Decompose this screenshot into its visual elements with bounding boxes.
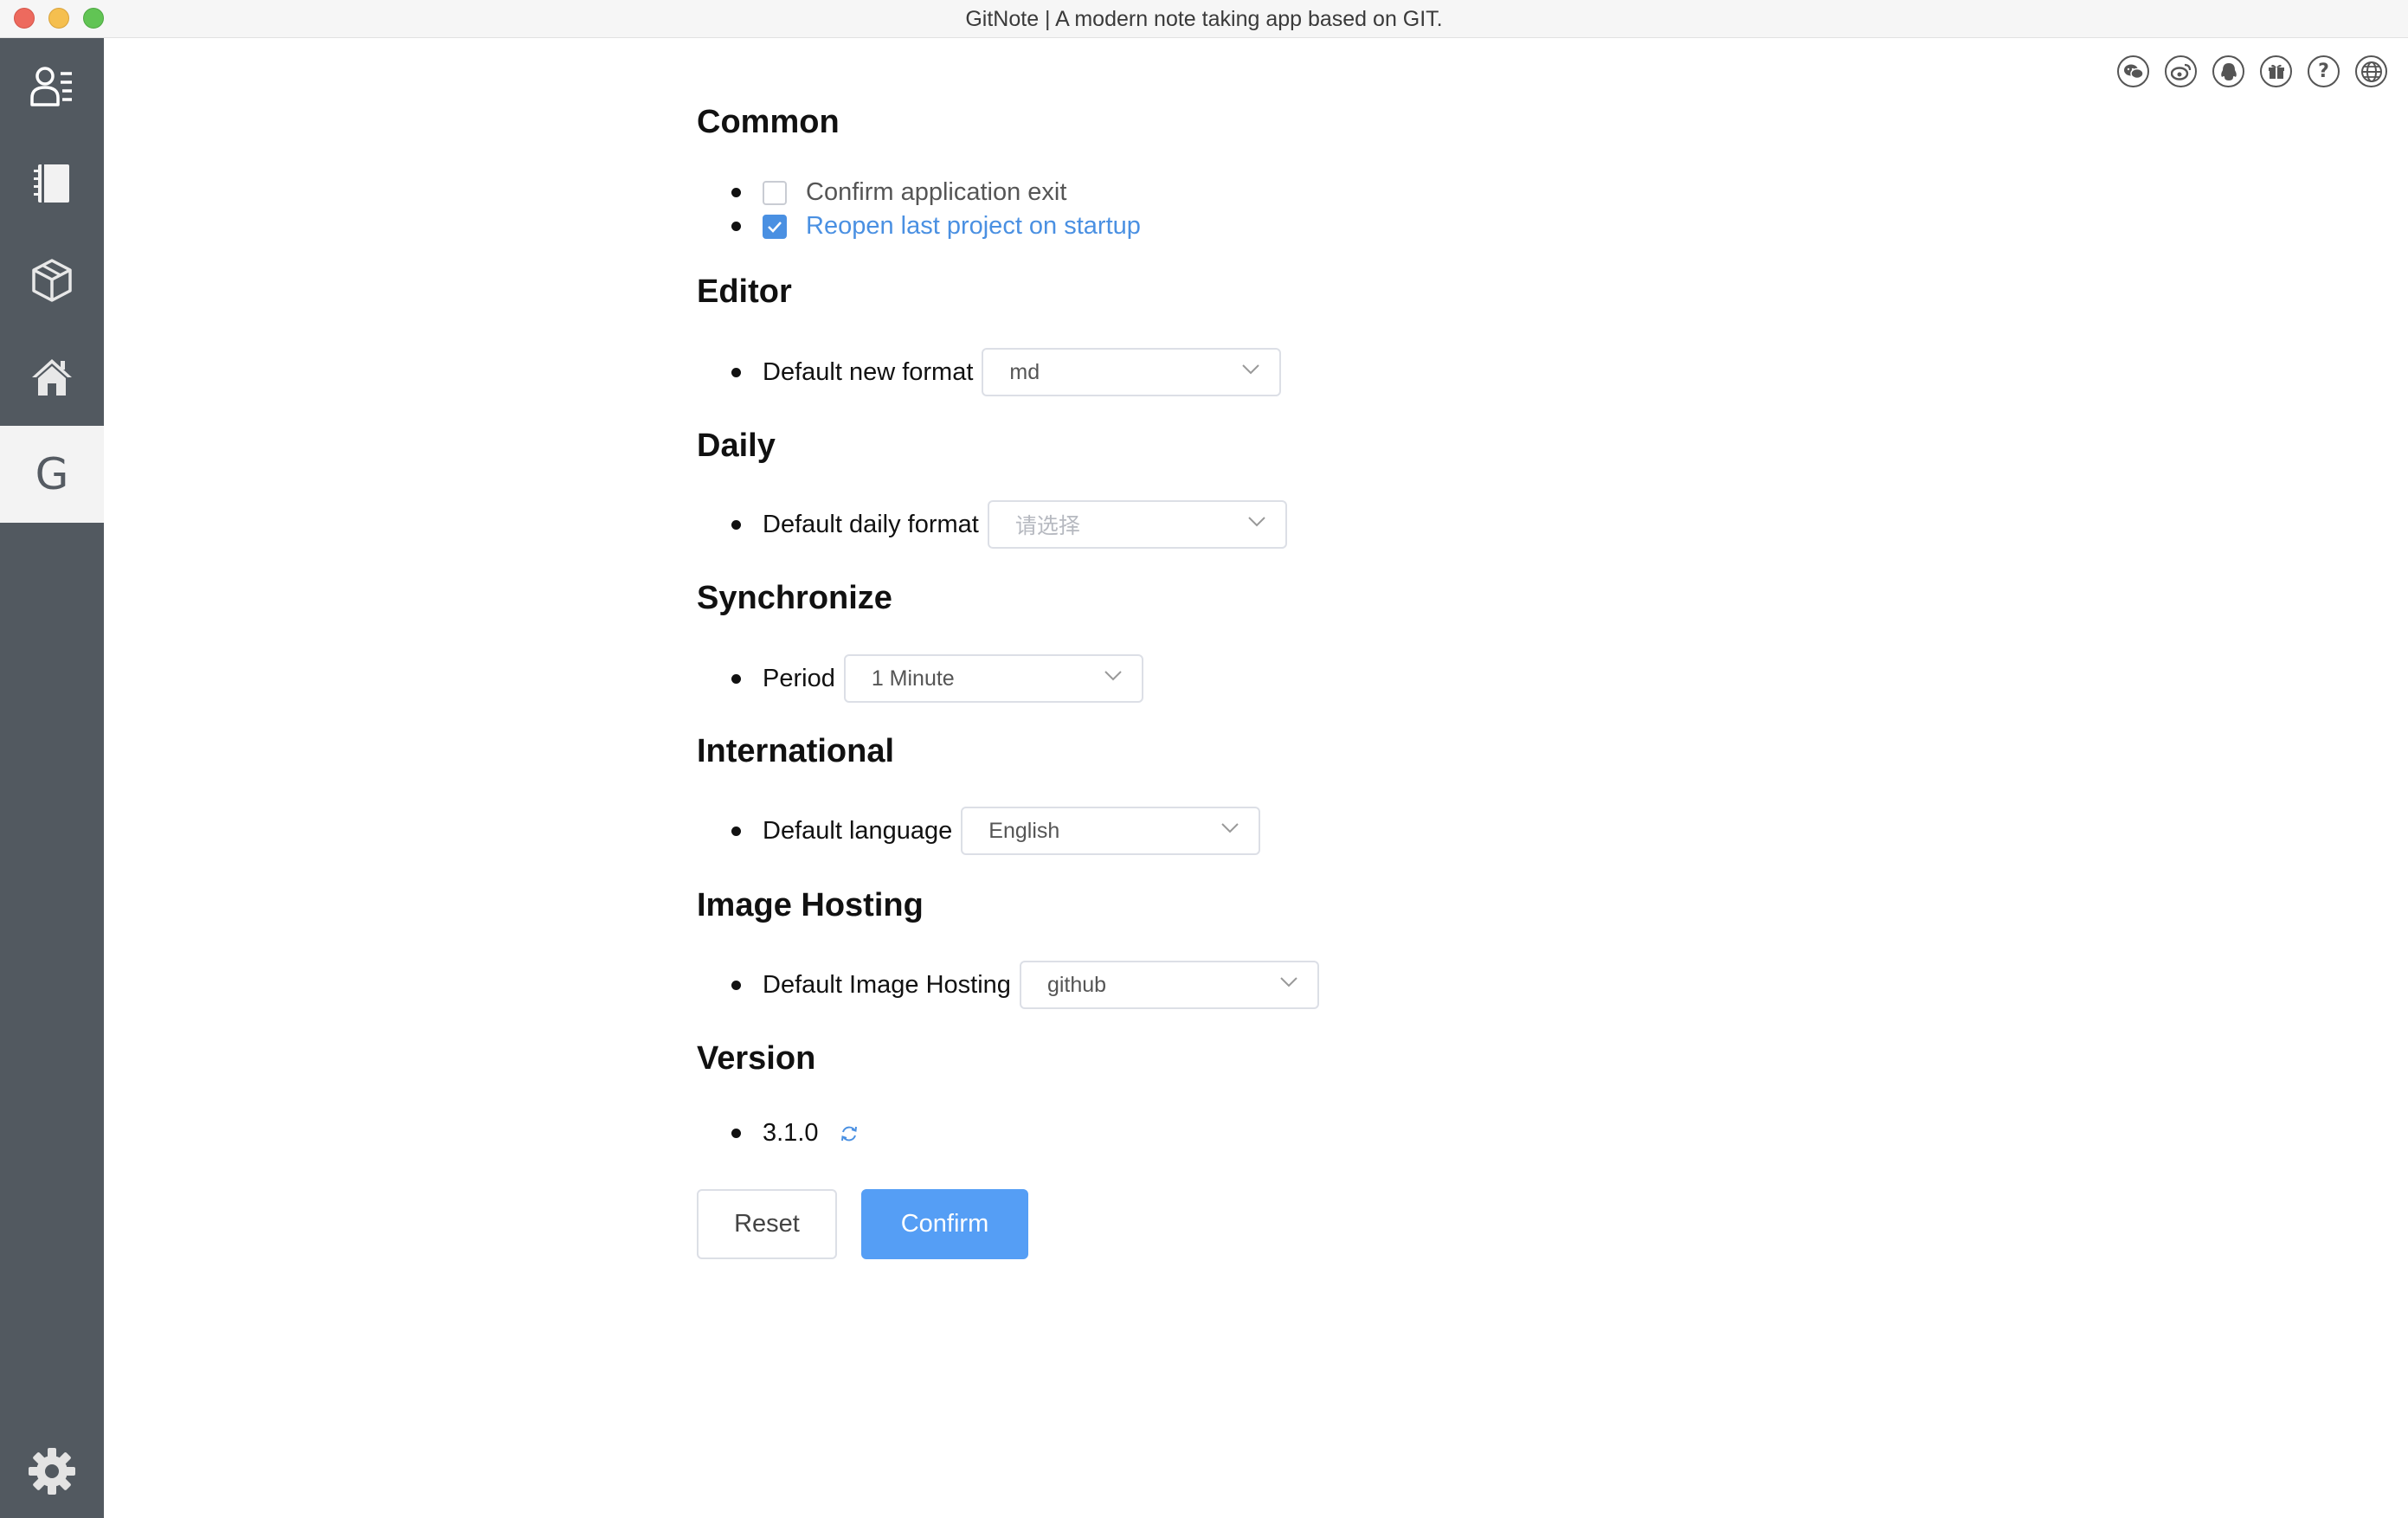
- help-icon[interactable]: ?: [2308, 55, 2340, 87]
- list-bullet: [731, 519, 741, 530]
- default-language-label: Default language: [763, 816, 953, 845]
- option-sync-period: Period 1 Minute: [731, 654, 1143, 703]
- version-number: 3.1.0: [763, 1119, 819, 1147]
- confirm-exit-label[interactable]: Confirm application exit: [806, 178, 1066, 207]
- option-default-new-format: Default new format md: [731, 348, 1282, 396]
- option-reopen-last-project[interactable]: Reopen last project on startup: [731, 212, 1141, 241]
- sidebar-item-gitnote[interactable]: G: [0, 426, 104, 523]
- settings-button[interactable]: [0, 1437, 104, 1506]
- refresh-icon[interactable]: [840, 1124, 859, 1143]
- option-default-daily-format: Default daily format 请选择: [731, 500, 1287, 549]
- list-bullet: [731, 826, 741, 836]
- list-bullet: [731, 980, 741, 990]
- globe-icon[interactable]: [2355, 55, 2387, 87]
- section-title-daily: Daily: [697, 428, 776, 464]
- section-title-image-hosting: Image Hosting: [697, 887, 924, 923]
- default-new-format-label: Default new format: [763, 357, 974, 386]
- profile-list-icon: [30, 67, 72, 106]
- option-default-image-hosting: Default Image Hosting github: [731, 961, 1319, 1009]
- section-title-synchronize: Synchronize: [697, 580, 892, 616]
- select-placeholder: 请选择: [1014, 514, 1080, 538]
- section-title-common: Common: [697, 104, 840, 140]
- section-title-version: Version: [697, 1040, 816, 1077]
- default-language-select[interactable]: English: [961, 807, 1261, 855]
- checkmark-icon: [768, 221, 782, 233]
- section-title-international: International: [697, 733, 895, 769]
- gitnote-letter: G: [35, 449, 69, 499]
- cube-icon: [32, 259, 72, 302]
- chevron-down-icon: [1221, 823, 1239, 833]
- confirm-button[interactable]: Confirm: [861, 1189, 1028, 1259]
- option-default-language: Default language English: [731, 807, 1261, 855]
- default-image-hosting-select[interactable]: github: [1019, 961, 1319, 1009]
- select-value: md: [1009, 359, 1040, 384]
- sidebar-item-package[interactable]: [0, 232, 104, 329]
- qq-icon[interactable]: [2212, 55, 2244, 87]
- chevron-down-icon: [1104, 671, 1122, 681]
- reset-button[interactable]: Reset: [697, 1189, 837, 1259]
- option-confirm-exit[interactable]: Confirm application exit: [731, 178, 1066, 207]
- title-bar: GitNote | A modern note taking app based…: [0, 0, 2408, 38]
- notebook-icon: [34, 164, 69, 203]
- select-value: 1 Minute: [871, 666, 955, 691]
- default-daily-format-select[interactable]: 请选择: [987, 500, 1287, 549]
- top-icons-bar: ?: [2117, 55, 2387, 87]
- home-icon: [32, 359, 72, 396]
- confirm-exit-checkbox[interactable]: [763, 180, 787, 205]
- sync-period-label: Period: [763, 664, 835, 692]
- list-bullet: [731, 188, 741, 197]
- default-daily-format-label: Default daily format: [763, 510, 979, 538]
- default-new-format-select[interactable]: md: [982, 348, 1282, 396]
- weibo-icon[interactable]: [2165, 55, 2197, 87]
- chevron-down-icon: [1280, 977, 1297, 987]
- gift-icon[interactable]: [2260, 55, 2292, 87]
- default-image-hosting-label: Default Image Hosting: [763, 970, 1011, 999]
- list-bullet: [731, 367, 741, 377]
- section-title-editor: Editor: [697, 273, 792, 310]
- wechat-icon[interactable]: [2117, 55, 2149, 87]
- list-bullet: [731, 222, 741, 231]
- chevron-down-icon: [1248, 517, 1265, 527]
- sidebar: G: [0, 38, 104, 1518]
- sidebar-item-profile-list[interactable]: [0, 38, 104, 135]
- select-value: github: [1046, 972, 1107, 997]
- reopen-last-project-checkbox[interactable]: [763, 214, 787, 239]
- gear-icon: [29, 1448, 75, 1495]
- option-version: 3.1.0: [731, 1119, 859, 1148]
- sidebar-item-home[interactable]: [0, 329, 104, 426]
- sync-period-select[interactable]: 1 Minute: [843, 654, 1143, 703]
- sidebar-item-notebook[interactable]: [0, 135, 104, 232]
- list-bullet: [731, 1129, 741, 1138]
- chevron-down-icon: [1242, 364, 1260, 375]
- select-value: English: [988, 818, 1060, 843]
- reopen-last-project-label[interactable]: Reopen last project on startup: [806, 212, 1141, 241]
- list-bullet: [731, 673, 741, 684]
- window-title: GitNote | A modern note taking app based…: [965, 7, 1443, 31]
